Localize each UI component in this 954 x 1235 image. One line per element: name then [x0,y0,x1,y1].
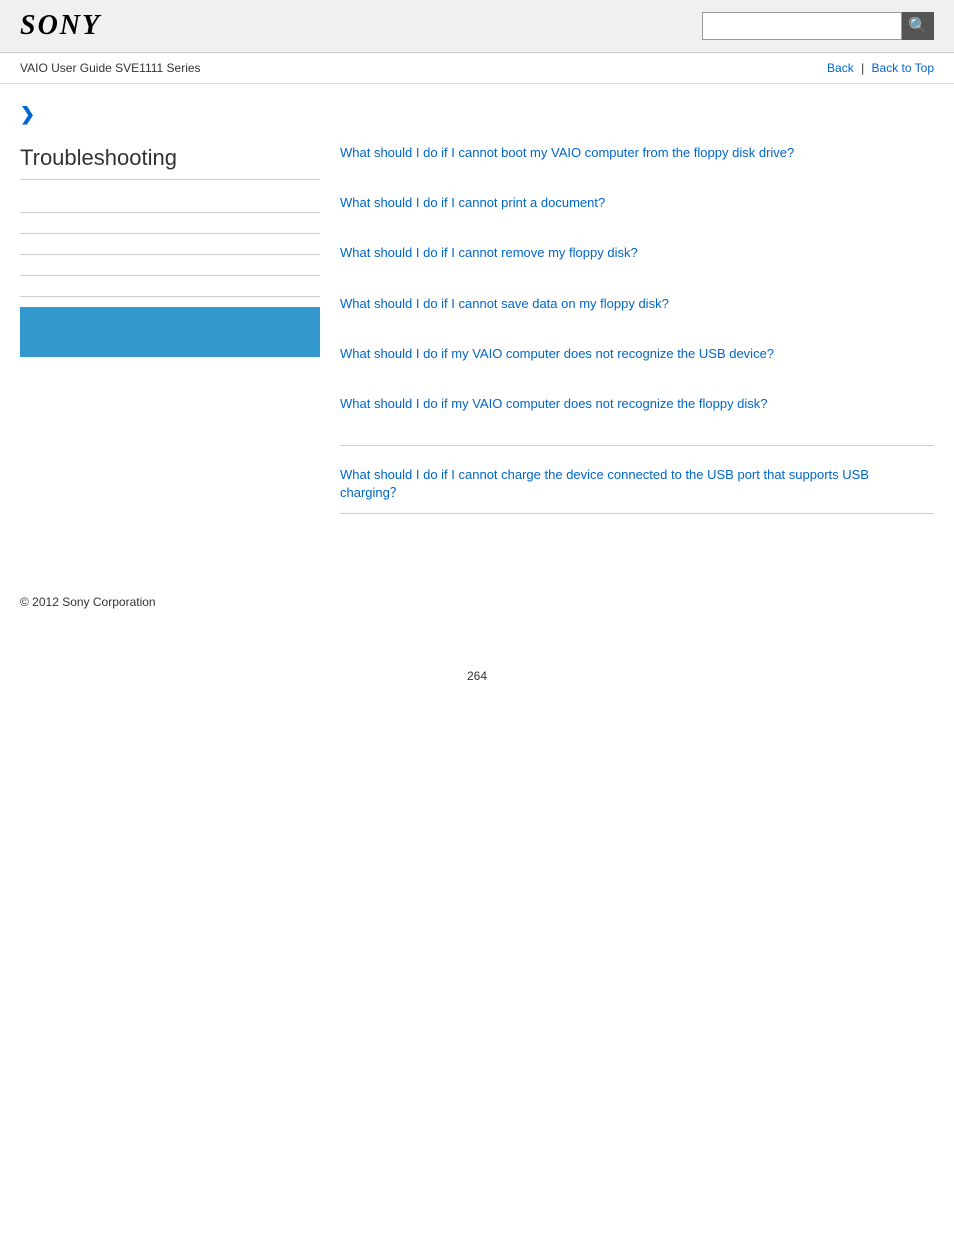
back-link[interactable]: Back [827,61,854,75]
search-area: 🔍 [702,12,934,40]
usb-charge-link[interactable]: What should I do if I cannot charge the … [340,467,869,500]
topic-link-3[interactable]: What should I do if I cannot remove my f… [340,245,638,260]
search-input[interactable] [702,12,902,40]
topic-links: What should I do if I cannot boot my VAI… [340,144,934,429]
right-content: What should I do if I cannot boot my VAI… [340,104,934,534]
list-item: What should I do if my VAIO computer doe… [340,395,934,429]
search-button[interactable]: 🔍 [902,12,934,40]
list-item: What should I do if I cannot save data o… [340,295,934,329]
topic-link-5[interactable]: What should I do if my VAIO computer doe… [340,346,774,361]
list-item [20,213,320,234]
sidebar-links [20,192,320,297]
list-item [20,276,320,297]
guide-title: VAIO User Guide SVE1111 Series [20,61,201,75]
list-item [20,234,320,255]
main-content: ❯ Troubleshooting What should I do if I … [0,84,954,554]
page-number: 264 [0,669,954,703]
list-item: What should I do if I cannot remove my f… [340,244,934,278]
list-item: What should I do if my VAIO computer doe… [340,345,934,379]
sony-logo: SONY [20,10,101,42]
list-item [20,192,320,213]
section-divider-2 [340,513,934,514]
footer: © 2012 Sony Corporation [0,574,954,629]
topic-link-6[interactable]: What should I do if my VAIO computer doe… [340,396,768,411]
section-divider [340,445,934,446]
search-icon: 🔍 [908,16,928,36]
nav-links: Back | Back to Top [827,61,934,75]
topic-link-1[interactable]: What should I do if I cannot boot my VAI… [340,145,794,160]
page-header: SONY 🔍 [0,0,954,53]
nav-bar: VAIO User Guide SVE1111 Series Back | Ba… [0,53,954,84]
copyright-text: © 2012 Sony Corporation [20,595,156,609]
topic-link-4[interactable]: What should I do if I cannot save data o… [340,296,669,311]
section-title: Troubleshooting [20,145,320,180]
list-item: What should I do if I cannot boot my VAI… [340,144,934,178]
sidebar: ❯ Troubleshooting [20,104,320,534]
nav-divider: | [861,61,867,75]
sidebar-highlight [20,307,320,357]
chevron-icon: ❯ [20,104,320,125]
list-item: What should I do if I cannot print a doc… [340,194,934,228]
back-to-top-link[interactable]: Back to Top [872,61,934,75]
list-item [20,255,320,276]
topic-link-2[interactable]: What should I do if I cannot print a doc… [340,195,605,210]
